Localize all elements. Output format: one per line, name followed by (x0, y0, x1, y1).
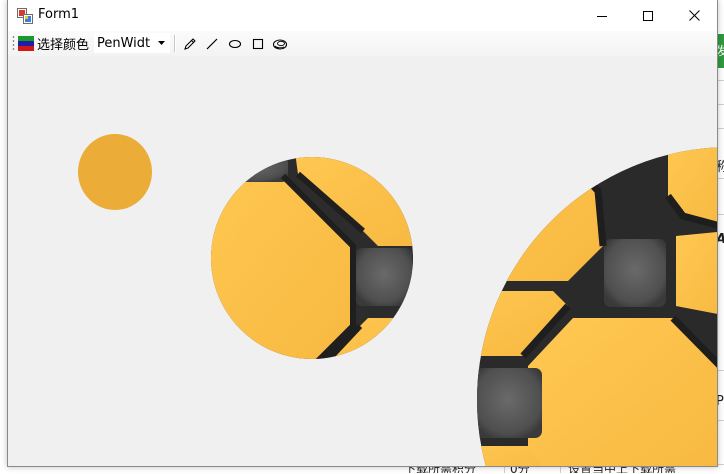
maximize-button[interactable] (625, 0, 671, 31)
select-color-button[interactable]: 选择颜色 (18, 33, 89, 54)
pen-width-label: PenWidth (97, 35, 151, 51)
color-swatch-icon (18, 35, 34, 52)
toolstrip-separator (174, 35, 176, 52)
title-bar[interactable]: Form1 (8, 0, 717, 31)
app-icon (17, 8, 33, 24)
eraser-icon (272, 39, 288, 50)
minimize-icon (597, 15, 607, 17)
ellipse-tool-button[interactable] (225, 34, 245, 54)
pen-width-dropdown[interactable]: PenWidth (94, 33, 170, 53)
window-title: Form1 (38, 7, 80, 22)
rectangle-tool-button[interactable] (248, 34, 268, 54)
toolstrip: 选择颜色 PenWidth (8, 31, 717, 56)
pencil-icon (184, 38, 196, 50)
ellipse-icon (228, 39, 242, 49)
close-icon (688, 10, 700, 21)
drawing-canvas[interactable] (8, 56, 717, 466)
drawing-surface (78, 134, 717, 466)
pencil-tool-button[interactable] (180, 34, 200, 54)
line-tool-button[interactable] (202, 34, 222, 54)
chevron-down-icon (154, 33, 168, 53)
rectangle-icon (252, 38, 264, 50)
toolstrip-grip[interactable] (12, 35, 15, 52)
select-color-label: 选择颜色 (37, 38, 90, 53)
small-circle-shape (78, 134, 152, 210)
form-window: Form1 选择颜色 PenWidt (7, 0, 718, 467)
line-icon (206, 38, 218, 50)
minimize-button[interactable] (579, 0, 625, 31)
large-textured-circle (477, 147, 717, 466)
eraser-tool-button[interactable] (270, 34, 290, 54)
medium-textured-circle (211, 157, 413, 359)
maximize-icon (643, 10, 653, 21)
close-button[interactable] (671, 0, 717, 31)
